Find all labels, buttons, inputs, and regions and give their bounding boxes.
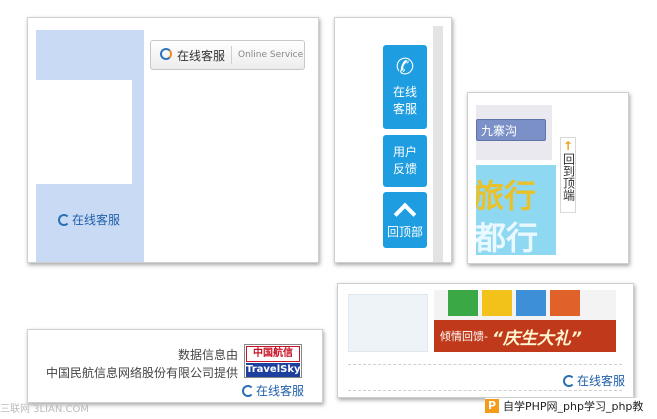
button-label-line2: 客服 [392,102,417,116]
destination-tag[interactable]: 九寨沟 [476,119,546,141]
back-to-top-label: 回到顶端 [561,153,576,201]
headset-icon [58,213,70,226]
watermark-right-text: 自学PHP网_php学习_php教 [503,400,644,413]
phone-icon: ✆ [395,55,415,80]
online-service-button[interactable]: ✆ 在线 客服 [383,45,427,129]
user-feedback-button[interactable]: 用户 反馈 [383,135,427,187]
php-logo-icon: P [485,399,499,413]
banner-text-line1: 旅行 [476,177,537,215]
divider [231,46,233,64]
arrow-up-icon: ↑ [562,139,574,153]
promo-decoration [448,290,580,316]
scrollbar-track[interactable] [433,26,443,262]
online-service-en-label: Online Service [238,50,304,60]
logo-en-text: TravelSky [246,363,301,377]
divider [348,364,622,365]
placeholder-bar [132,30,144,190]
headset-icon [562,374,575,387]
promo-small-text: 倾情回馈- [440,330,488,343]
headset-icon [241,384,254,397]
service-logo-icon [159,47,175,63]
promo-strip: 倾情回馈- “庆生大礼” [434,320,616,352]
online-service-demo-panel: 在线客服 在线客服 Online Service [27,17,319,263]
promo-banner[interactable]: 旅行 都行 [476,165,556,255]
online-service-cn-label: 在线客服 [177,48,226,63]
provider-text-line2: 中国民航信息网络股份有限公司提供 [45,366,238,380]
back-to-top-button[interactable]: 回顶部 [383,192,427,248]
banner-text-line2: 都行 [476,219,539,255]
online-service-link[interactable]: 在线客服 [562,370,625,389]
button-label: 回顶部 [386,224,423,239]
provider-text-line1: 数据信息由 [177,348,238,362]
online-service-link[interactable]: 在线客服 [58,209,120,228]
online-service-button[interactable]: 在线客服 Online Service [150,40,305,70]
logo-cn-text: 中国航信 [246,346,300,362]
online-service-label: 在线客服 [72,213,121,227]
chevron-up-icon [393,202,417,225]
button-label-line1: 在线 [392,85,417,99]
travelsky-logo: 中国航信 TravelSky [244,344,302,378]
online-service-link[interactable]: 在线客服 [241,380,304,399]
button-label-line2: 反馈 [392,162,417,176]
online-service-label: 在线客服 [576,374,625,388]
promo-footer-panel: 倾情回馈- “庆生大礼” 在线客服 [337,283,634,398]
promo-big-text: “庆生大礼” [491,328,582,349]
placeholder-block [36,30,138,80]
placeholder-block [348,294,428,352]
divider [348,390,622,391]
button-label-line1: 用户 [392,145,417,159]
travel-page-snippet: 九寨沟 旅行 都行 ↑ 回到顶端 [467,92,629,264]
anniversary-promo-banner[interactable]: 倾情回馈- “庆生大礼” [434,290,616,352]
floating-sidebar-panel: ✆ 在线 客服 用户 反馈 回顶部 [334,17,452,263]
online-service-label: 在线客服 [255,384,304,398]
watermark-left: 三联网 3LIAN.COM [0,404,90,415]
back-to-top-tab[interactable]: ↑ 回到顶端 [560,137,576,213]
data-provider-footer: 数据信息由 中国民航信息网络股份有限公司提供 中国航信 TravelSky 在线… [27,329,323,403]
watermark-right: P 自学PHP网_php学习_php教 [485,398,644,414]
